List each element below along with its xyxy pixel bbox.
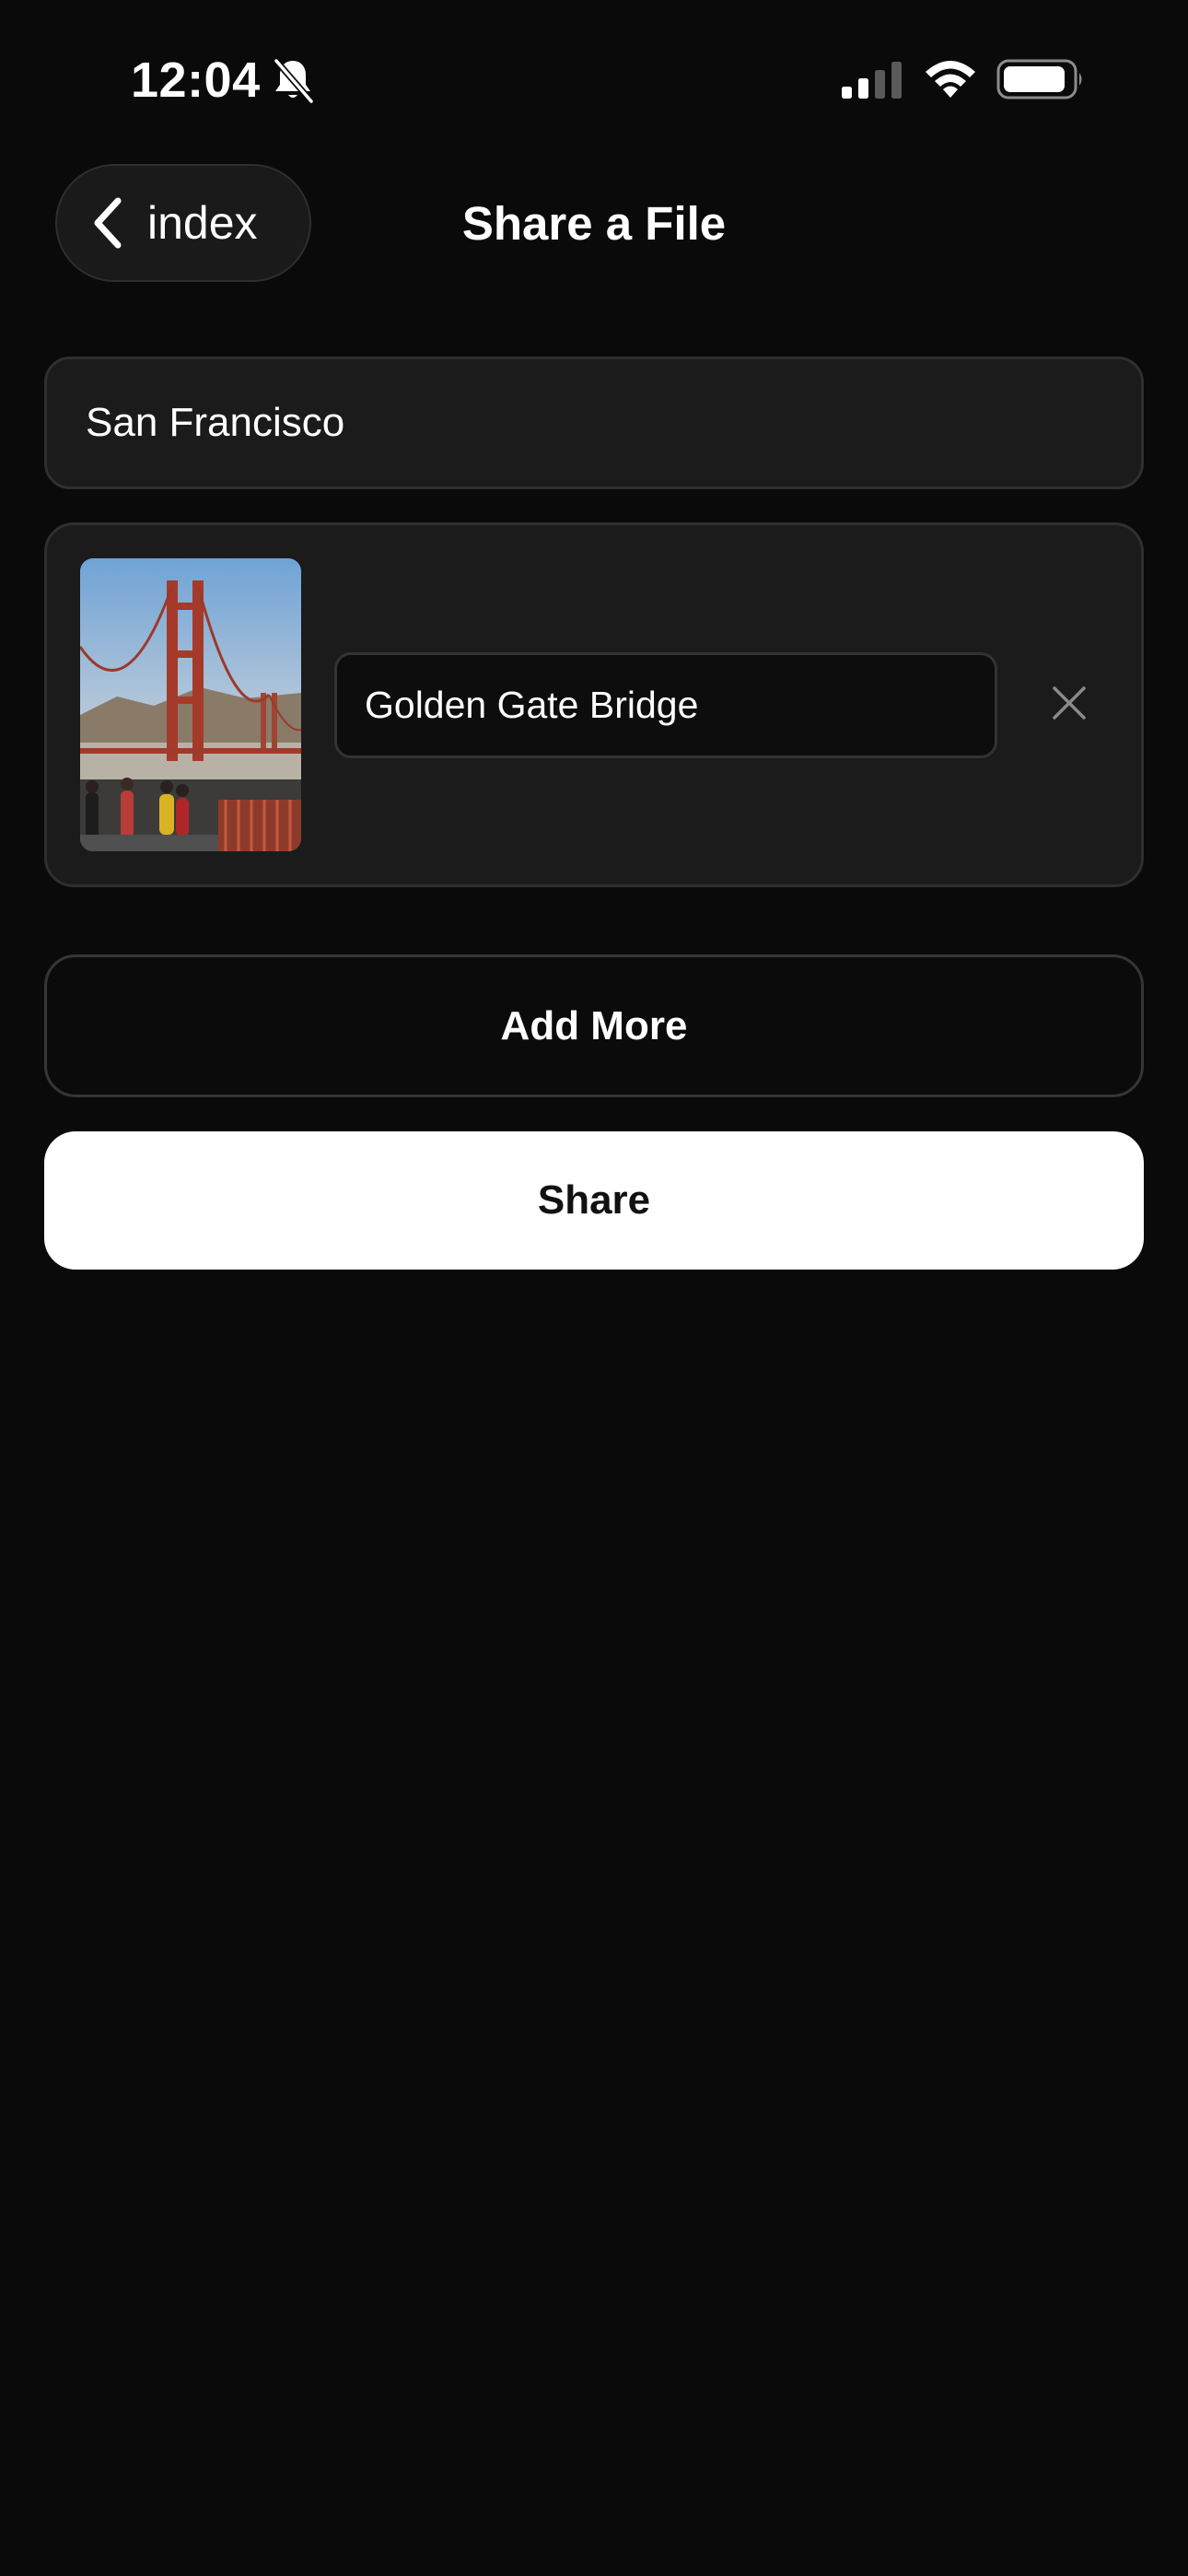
close-icon[interactable] <box>1050 684 1089 722</box>
cellular-signal-icon <box>842 62 902 99</box>
wifi-icon <box>926 61 975 98</box>
file-thumbnail <box>80 558 301 851</box>
page-title: Share a File <box>461 197 727 250</box>
file-caption-input[interactable] <box>334 652 997 758</box>
status-time: 12:04 <box>131 53 261 108</box>
battery-icon <box>996 59 1082 100</box>
share-button[interactable]: Share <box>44 1131 1144 1270</box>
bell-slash-icon <box>274 58 314 104</box>
add-more-button[interactable]: Add More <box>44 954 1144 1097</box>
title-input[interactable] <box>44 357 1144 489</box>
